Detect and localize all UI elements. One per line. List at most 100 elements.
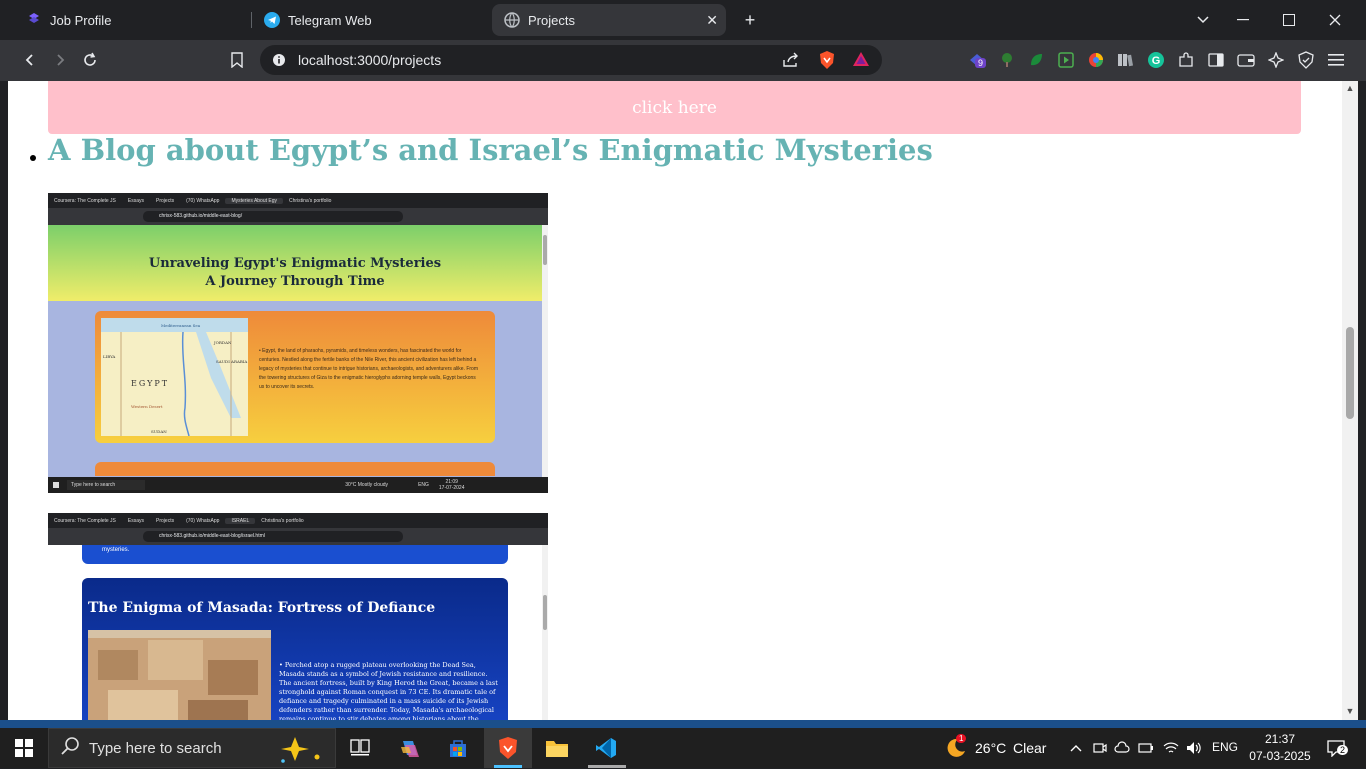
maximize-button[interactable] bbox=[1266, 0, 1312, 40]
egypt-map-image: Mediterranean Sea LIBYA SAUDI ARABIA JOR… bbox=[101, 318, 248, 436]
leaf-extension-icon[interactable] bbox=[1026, 50, 1046, 70]
map-label: SUDAN bbox=[151, 429, 167, 434]
clock[interactable]: 21:37 07-03-2025 bbox=[1248, 731, 1312, 765]
brave-rewards-icon[interactable] bbox=[852, 51, 870, 72]
mini-tab-bar: Coursera: The Complete JS Essays Project… bbox=[48, 513, 548, 528]
site-info-icon[interactable] bbox=[272, 53, 286, 72]
back-button[interactable] bbox=[16, 48, 44, 72]
tab-telegram[interactable]: Telegram Web bbox=[252, 4, 488, 36]
mini-taskbar: Type here to search 30°C Mostly cloudy E… bbox=[48, 477, 548, 493]
task-view-icon[interactable] bbox=[346, 734, 374, 762]
mini-date: 17-07-2024 bbox=[438, 485, 465, 491]
mini-search: Type here to search bbox=[67, 480, 146, 490]
wallet-icon[interactable] bbox=[1236, 50, 1256, 70]
click-here-button[interactable]: click here bbox=[48, 81, 1301, 134]
tree-extension-icon[interactable] bbox=[997, 50, 1017, 70]
map-label: JORDAN bbox=[213, 340, 232, 345]
page-scrollbar[interactable]: ▲ ▼ bbox=[1342, 81, 1358, 720]
mini-tab: Essays bbox=[127, 517, 145, 524]
tab-label: Projects bbox=[528, 12, 575, 28]
brave-browser-icon[interactable] bbox=[494, 734, 522, 762]
bookmark-icon[interactable] bbox=[223, 48, 251, 72]
windows-taskbar: Type here to search 1 26°C Clear ENG 21:… bbox=[0, 728, 1366, 768]
volume-icon[interactable] bbox=[1180, 734, 1208, 762]
mini-scrollbar bbox=[542, 545, 548, 720]
search-highlight-icon[interactable] bbox=[275, 733, 331, 769]
weather-condition[interactable]: Clear bbox=[1013, 740, 1046, 756]
egypt-header-banner: Unraveling Egypt's Enigmatic Mysteries A… bbox=[48, 225, 542, 301]
masada-text: Perched atop a rugged plateau overlookin… bbox=[279, 661, 498, 720]
egypt-blog-screenshot: Coursera: The Complete JS Essays Project… bbox=[48, 193, 548, 493]
scroll-up-arrow-icon[interactable]: ▲ bbox=[1345, 83, 1355, 93]
mini-tab-bar: Coursera: The Complete JS Essays Project… bbox=[48, 193, 548, 208]
tab-projects[interactable]: Projects ✕ bbox=[492, 4, 726, 36]
mini-tab: (70) WhatsApp bbox=[186, 197, 220, 204]
taskbar-search-box[interactable]: Type here to search bbox=[48, 728, 336, 768]
egypt-content-card: Mediterranean Sea LIBYA SAUDI ARABIA JOR… bbox=[95, 311, 495, 443]
next-card-edge bbox=[95, 462, 495, 476]
minimize-button[interactable] bbox=[1220, 0, 1266, 40]
file-explorer-icon[interactable] bbox=[543, 734, 571, 762]
egypt-paragraph: • Egypt, the land of pharaohs, pyramids,… bbox=[259, 347, 481, 392]
notification-icon[interactable]: 2 bbox=[1322, 734, 1350, 762]
blog-title-link[interactable]: A Blog about Egypt’s and Israel’s Enigma… bbox=[48, 133, 933, 167]
scrollbar-thumb[interactable] bbox=[1346, 327, 1354, 419]
puzzle-extensions-icon[interactable] bbox=[1176, 50, 1196, 70]
mini-tab: Mysteries About Egy bbox=[225, 197, 284, 204]
mini-tab: ISRAEL bbox=[225, 517, 256, 524]
clock-date: 07-03-2025 bbox=[1249, 749, 1311, 763]
weather-moon-icon[interactable]: 1 bbox=[942, 734, 970, 762]
grammarly-icon[interactable]: G bbox=[1146, 50, 1166, 70]
egypt-text: Egypt, the land of pharaohs, pyramids, a… bbox=[259, 348, 478, 390]
search-placeholder: Type here to search bbox=[89, 739, 222, 757]
play-extension-icon[interactable] bbox=[1056, 50, 1076, 70]
window-edge bbox=[1358, 81, 1366, 728]
color-extension-icon[interactable] bbox=[1086, 50, 1106, 70]
egypt-header-line1: Unraveling Egypt's Enigmatic Mysteries bbox=[148, 256, 442, 271]
microsoft-store-icon[interactable] bbox=[444, 734, 472, 762]
mini-clock: 21:09 17-07-2024 bbox=[439, 479, 465, 491]
vpn-icon[interactable] bbox=[1296, 50, 1316, 70]
reload-button[interactable] bbox=[76, 48, 104, 72]
forward-button[interactable] bbox=[46, 48, 74, 72]
scroll-down-arrow-icon[interactable]: ▼ bbox=[1345, 706, 1355, 716]
mini-tab: Christina's portfolio bbox=[261, 517, 304, 524]
mini-scrollbar bbox=[542, 225, 548, 477]
globe-icon bbox=[504, 12, 520, 28]
temperature[interactable]: 26°C bbox=[975, 740, 1006, 756]
mini-scroll-thumb bbox=[543, 595, 547, 630]
map-label: Mediterranean Sea bbox=[161, 323, 201, 328]
mini-tab: Projects bbox=[156, 197, 175, 204]
mini-tab: Coursera: The Complete JS bbox=[54, 517, 116, 524]
mini-toolbar: chrisx-583.github.io/middle-east-blog/is… bbox=[48, 528, 548, 545]
close-tab-icon[interactable]: ✕ bbox=[706, 12, 718, 29]
israel-blog-screenshot: Coursera: The Complete JS Essays Project… bbox=[48, 513, 548, 720]
close-window-button[interactable] bbox=[1312, 0, 1358, 40]
vscode-icon[interactable] bbox=[592, 734, 620, 762]
mini-url: chrisx-583.github.io/middle-east-blog/is… bbox=[143, 531, 403, 542]
tab-label: Telegram Web bbox=[288, 12, 372, 28]
windows-start-icon[interactable] bbox=[10, 734, 38, 762]
egypt-header-line2: A Journey Through Time bbox=[205, 274, 385, 289]
previous-card-edge: mysteries. bbox=[82, 545, 508, 564]
brave-shield-icon[interactable] bbox=[818, 50, 836, 75]
mini-tab: Christina's portfolio bbox=[289, 197, 332, 204]
sidebar-toggle-icon[interactable] bbox=[1206, 50, 1226, 70]
address-bar[interactable]: localhost:3000/projects bbox=[260, 45, 882, 75]
copilot-icon[interactable] bbox=[396, 734, 424, 762]
new-tab-button[interactable]: + bbox=[738, 8, 762, 32]
extension-badge: 9 bbox=[975, 58, 987, 68]
fragment-text: mysteries. bbox=[102, 547, 130, 553]
clock-time: 21:37 bbox=[1264, 732, 1296, 746]
battery-icon[interactable] bbox=[1132, 734, 1160, 762]
language-indicator[interactable]: ENG bbox=[1212, 740, 1238, 754]
mini-tab: Essays bbox=[127, 197, 145, 204]
leo-ai-icon[interactable] bbox=[1266, 50, 1286, 70]
browser-toolbar: localhost:3000/projects 9 G bbox=[0, 40, 1366, 81]
tab-job-profile[interactable]: Job Profile bbox=[14, 4, 250, 36]
reading-list-icon[interactable] bbox=[1116, 50, 1136, 70]
extension-icon[interactable]: 9 bbox=[967, 50, 987, 70]
menu-icon[interactable] bbox=[1326, 50, 1346, 70]
share-icon[interactable] bbox=[782, 52, 800, 73]
notification-count: 2 bbox=[1337, 745, 1349, 755]
